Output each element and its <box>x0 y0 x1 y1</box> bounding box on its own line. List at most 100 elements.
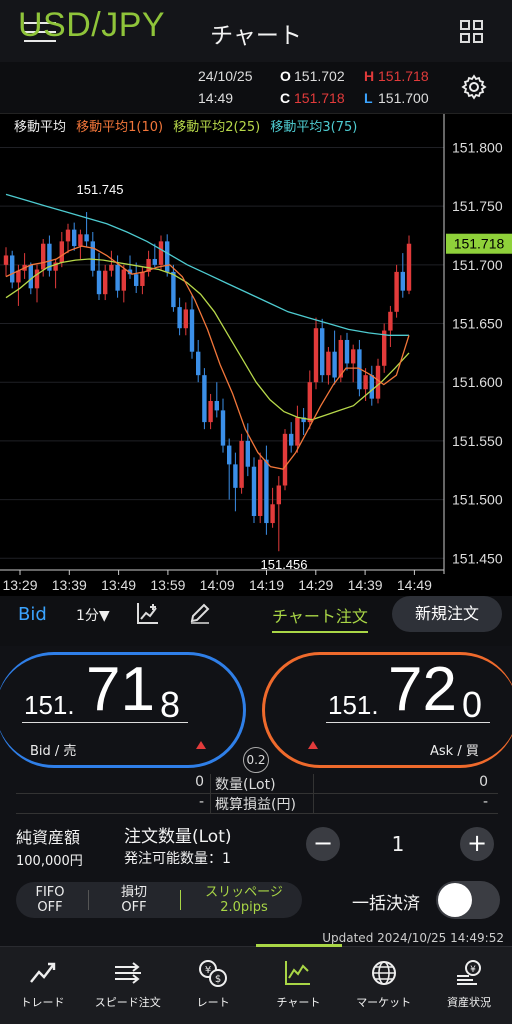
x-tick-label: 14:29 <box>298 577 333 593</box>
bid-price-prefix: 151. <box>24 690 75 720</box>
stoploss-toggle[interactable]: 損切 OFF <box>104 885 164 915</box>
svg-text:$: $ <box>215 974 221 985</box>
equity-value: 100,000円 <box>16 854 83 869</box>
candle-body <box>202 375 207 423</box>
y-tick-label: 151.500 <box>452 492 503 508</box>
grid-layout-icon[interactable] <box>460 20 484 44</box>
candle-body <box>28 264 33 289</box>
buy-pnl: - <box>482 794 488 810</box>
qty-plus-button[interactable]: + <box>460 827 494 861</box>
gear-icon[interactable] <box>461 74 487 106</box>
slippage-setting[interactable]: スリッページ 2.0pips <box>192 885 296 915</box>
candle-body <box>84 234 89 242</box>
new-order-button[interactable]: 新規注文 <box>392 596 502 632</box>
candle-body <box>16 270 21 283</box>
buy-lot: 0 <box>479 774 488 790</box>
candle-body <box>406 243 412 291</box>
rate-icon: ¥ $ <box>171 958 256 988</box>
nav-label: レート <box>196 996 230 1009</box>
trade-icon <box>0 958 85 988</box>
candle-body <box>382 330 387 366</box>
quote-time: 14:49 <box>198 90 234 106</box>
bid-underline <box>22 722 188 723</box>
x-tick-label: 13:59 <box>150 577 185 593</box>
qty-minus-button[interactable]: − <box>306 827 340 861</box>
candle-body <box>90 241 95 271</box>
chart-icon <box>256 958 341 988</box>
y-tick-label: 151.450 <box>452 550 503 566</box>
stoploss-state: OFF <box>121 900 147 915</box>
chart-order-tab[interactable]: チャート注文 <box>272 603 368 633</box>
nav-label: トレード <box>20 996 65 1009</box>
candle-body <box>115 264 120 291</box>
y-tick-label: 151.750 <box>452 198 503 214</box>
candle-body <box>59 241 64 263</box>
candle-body <box>65 229 71 242</box>
slippage-value: 2.0pips <box>220 900 268 915</box>
x-tick-label: 14:19 <box>249 577 284 593</box>
candle-body <box>109 264 114 271</box>
speed-order-icon <box>85 958 170 988</box>
candle-body <box>295 417 300 446</box>
nav-item-rate[interactable]: ¥ $ レート <box>171 946 256 1024</box>
candle-body <box>270 504 275 524</box>
high-value: 151.718 <box>378 68 429 84</box>
y-tick-label: 151.700 <box>452 257 503 273</box>
nav-item-assets[interactable]: ¥ 資産状況 <box>427 946 512 1024</box>
candle-body <box>332 351 337 378</box>
candle-body <box>313 328 319 383</box>
candle-body <box>183 309 188 329</box>
ma-legend-title: 移動平均 <box>14 120 67 135</box>
candle-body <box>121 269 126 291</box>
candle-body <box>72 229 77 247</box>
open-value: 151.702 <box>294 68 345 84</box>
candle-body <box>394 271 399 312</box>
table-row: - 概算損益(円) - <box>16 794 498 814</box>
bulk-settle-switch[interactable] <box>436 881 500 919</box>
close-label: C <box>280 90 291 106</box>
nav-item-chart[interactable]: チャート <box>256 946 341 1024</box>
nav-item-speed-order[interactable]: スピード注文 <box>85 946 170 1024</box>
candle-body <box>326 351 331 376</box>
price-chart[interactable]: 151.800 151.750 151.700 151.650 151.600 151.5… <box>0 114 512 596</box>
fifo-label: FIFO <box>35 885 65 900</box>
equity-label: 純資産額 <box>16 828 81 847</box>
qty-input[interactable]: 1 <box>344 832 452 856</box>
ask-underline <box>326 722 490 723</box>
bulk-settle-label: 一括決済 <box>352 894 420 914</box>
sell-pnl: - <box>198 794 204 810</box>
candle-body <box>34 269 40 289</box>
fifo-toggle[interactable]: FIFO OFF <box>22 885 78 915</box>
x-tick-label: 13:49 <box>101 577 136 593</box>
divider <box>180 890 181 910</box>
lot-label: 数量(Lot) <box>210 774 314 794</box>
candle-body <box>233 464 238 488</box>
candle-body <box>289 433 294 446</box>
position-table: 0 数量(Lot) 0 - 概算損益(円) - <box>16 774 498 814</box>
currency-pair[interactable]: USD/JPY <box>18 6 165 45</box>
bid-price-small: 8 <box>160 684 181 725</box>
low-annotation: 151.456 <box>261 557 308 572</box>
candle-body <box>152 258 157 265</box>
chart-indicator-icon[interactable] <box>136 601 160 630</box>
y-tick-label: 151.600 <box>452 374 503 390</box>
candle-body <box>227 445 232 465</box>
nav-item-trade[interactable]: トレード <box>0 946 85 1024</box>
nav-item-globe[interactable]: マーケット <box>341 946 426 1024</box>
candle-body <box>400 271 405 291</box>
bid-ask-switch[interactable]: Bid <box>18 604 47 625</box>
pencil-icon[interactable] <box>188 601 212 630</box>
candle-body <box>96 270 102 295</box>
candle-body <box>276 485 281 505</box>
nav-label: スピード注文 <box>94 996 161 1009</box>
ask-price-prefix: 151. <box>328 690 379 720</box>
candle-body <box>282 433 288 486</box>
candle-body <box>369 375 374 399</box>
candle-body <box>251 466 257 517</box>
current-price-label: 151.718 <box>454 236 505 252</box>
available-qty: 発注可能数量：1 <box>124 851 231 867</box>
candle-body <box>189 309 195 352</box>
timeframe-select[interactable]: 1分▼ <box>76 605 110 625</box>
open-label: O <box>280 68 291 84</box>
updated-timestamp: Updated 2024/10/25 14:49:52 <box>322 931 504 945</box>
